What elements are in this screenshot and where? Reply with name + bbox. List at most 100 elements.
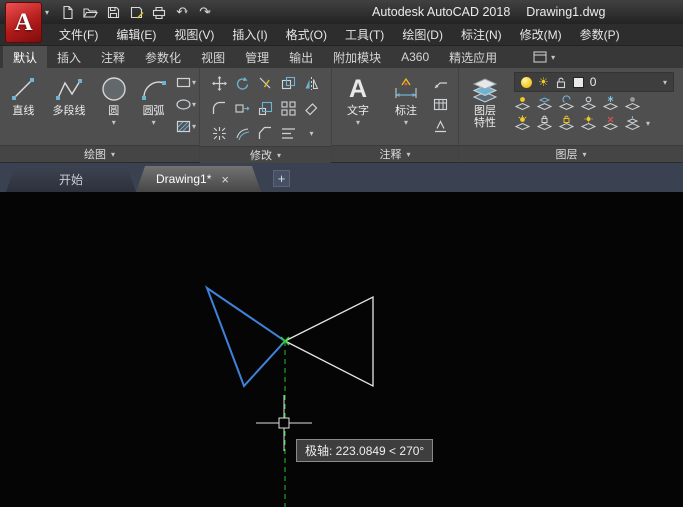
table-tool-button[interactable] [432,96,449,113]
ribbon-tab-home[interactable]: 默认 [3,46,47,68]
layer-thaw-all-button[interactable] [580,115,597,132]
pickbox [279,418,289,428]
layer-unlock-button[interactable] [558,115,575,132]
layer-unlock2-icon [558,115,575,132]
leader-tool-button[interactable] [432,74,449,91]
tool-polyline-button[interactable]: 多段线 [44,70,95,145]
hatch-tool-button[interactable] [175,118,192,135]
ribbon-tab-parametric[interactable]: 参数化 [135,46,191,68]
scale-tool-button[interactable] [257,100,274,117]
menu-insert[interactable]: 插入(I) [223,24,276,45]
ribbon-tab-addins[interactable]: 附加模块 [323,46,391,68]
ribbon-tab-manage[interactable]: 管理 [235,46,279,68]
current-layer-name: 0 [590,75,657,89]
document-title: Drawing1.dwg [526,5,605,19]
text-style-tool-button[interactable] [432,118,449,135]
align-tool-button[interactable] [280,125,297,142]
layer-freeze-button[interactable] [602,95,619,112]
chamfer-tool-button[interactable] [257,125,274,142]
triangle[interactable] [285,297,373,386]
layer-isolate-button[interactable] [580,95,597,112]
circle-dropdown-icon[interactable]: ▾ [112,118,116,127]
tool-text-button[interactable]: A 文字 ▾ [335,70,381,145]
menu-dimension[interactable]: 标注(N) [452,24,511,45]
mirror-tool-button[interactable] [303,75,320,92]
dimension-dropdown-icon[interactable]: ▾ [404,118,408,127]
layer-more-dropdown-icon[interactable]: ▾ [646,119,650,128]
ribbon-tab-annotate[interactable]: 注释 [91,46,135,68]
modify-more-dropdown-icon[interactable]: ▾ [309,129,313,138]
ribbon-display-toggle[interactable]: ▾ [533,46,555,68]
arc-dropdown-icon[interactable]: ▾ [152,118,156,127]
panel-label-annotate[interactable]: 注释 ▾ [332,145,458,162]
tool-dimension-button[interactable]: 标注 ▾ [381,70,431,145]
menu-file[interactable]: 文件(F) [50,24,107,45]
new-file-button[interactable] [58,2,76,22]
panel-label-draw[interactable]: 绘图 ▾ [0,145,199,162]
ellipse-dropdown-icon[interactable]: ▾ [192,100,196,109]
rectangle-dropdown-icon[interactable]: ▾ [192,78,196,87]
new-tab-button[interactable]: + [273,170,290,187]
menu-draw[interactable]: 绘图(D) [393,24,452,45]
layer-match-button[interactable] [536,95,553,112]
open-file-button[interactable] [81,2,99,22]
tool-arc-button[interactable]: 圆弧 ▾ [133,70,174,145]
copy-tool-button[interactable] [280,75,297,92]
dimension-icon [392,72,420,105]
layer-make-current-button[interactable] [514,95,531,112]
layer-on-button[interactable] [514,115,531,132]
menu-parametric[interactable]: 参数(P) [571,24,629,45]
panel-label-layers[interactable]: 图层 ▾ [459,145,683,162]
layer-merge-button[interactable] [624,115,641,132]
ribbon-tab-view[interactable]: 视图 [191,46,235,68]
menu-edit[interactable]: 编辑(E) [107,24,165,45]
ribbon-tab-featured[interactable]: 精选应用 [439,46,507,68]
fillet-tool-button[interactable] [211,100,228,117]
rectangle-tool-button[interactable] [175,74,192,91]
layer-lock-button[interactable] [536,115,553,132]
tool-line-button[interactable]: 直线 [3,70,44,145]
tool-circle-button[interactable]: 圆 ▾ [94,70,133,145]
menu-modify[interactable]: 修改(M) [511,24,571,45]
ribbon-tab-insert[interactable]: 插入 [47,46,91,68]
layer-off-button[interactable] [624,95,641,112]
explode-tool-button[interactable] [211,125,228,142]
ribbon-display-caret-icon: ▾ [551,53,555,62]
layer-properties-button[interactable]: 图层特性 [462,70,508,145]
new-file-icon [60,5,75,20]
panel-label-modify[interactable]: 修改 ▾ [200,146,331,163]
circle-icon [99,72,129,105]
app-title: Autodesk AutoCAD 2018 [372,5,510,19]
ribbon-tab-a360[interactable]: A360 [391,46,439,68]
file-tab-drawing1[interactable]: Drawing1* × [136,166,261,192]
hatch-dropdown-icon[interactable]: ▾ [192,122,196,131]
close-tab-icon[interactable]: × [221,172,229,187]
trim-tool-button[interactable] [257,75,274,92]
file-tab-start[interactable]: 开始 [6,166,136,192]
redo-button[interactable]: ↷ ▾ [196,2,214,22]
menu-view[interactable]: 视图(V) [165,24,223,45]
offset-tool-button[interactable] [234,125,251,142]
layer-select-combo[interactable]: ☀ 0 ▾ [514,72,674,92]
stretch-tool-button[interactable] [234,100,251,117]
save-as-button[interactable] [127,2,145,22]
array-tool-button[interactable] [280,100,297,117]
layer-previous-button[interactable] [558,95,575,112]
ribbon-display-icon [533,51,547,63]
save-button[interactable] [104,2,122,22]
layer-delete-button[interactable] [602,115,619,132]
menu-format[interactable]: 格式(O) [277,24,336,45]
ellipse-tool-button[interactable] [175,96,192,113]
undo-button[interactable]: ↶ ▾ [173,2,191,22]
menu-tools[interactable]: 工具(T) [336,24,393,45]
app-menu-caret-icon[interactable]: ▾ [45,8,49,17]
erase-tool-button[interactable] [303,100,320,117]
selected-triangle[interactable] [207,288,285,386]
rotate-tool-button[interactable] [234,75,251,92]
text-dropdown-icon[interactable]: ▾ [356,118,360,127]
drawing-canvas[interactable]: 极轴: 223.0849 < 270° [0,192,683,507]
plot-button[interactable] [150,2,168,22]
move-tool-button[interactable] [211,75,228,92]
app-menu-button[interactable]: A [5,2,42,43]
ribbon-tab-output[interactable]: 输出 [279,46,323,68]
